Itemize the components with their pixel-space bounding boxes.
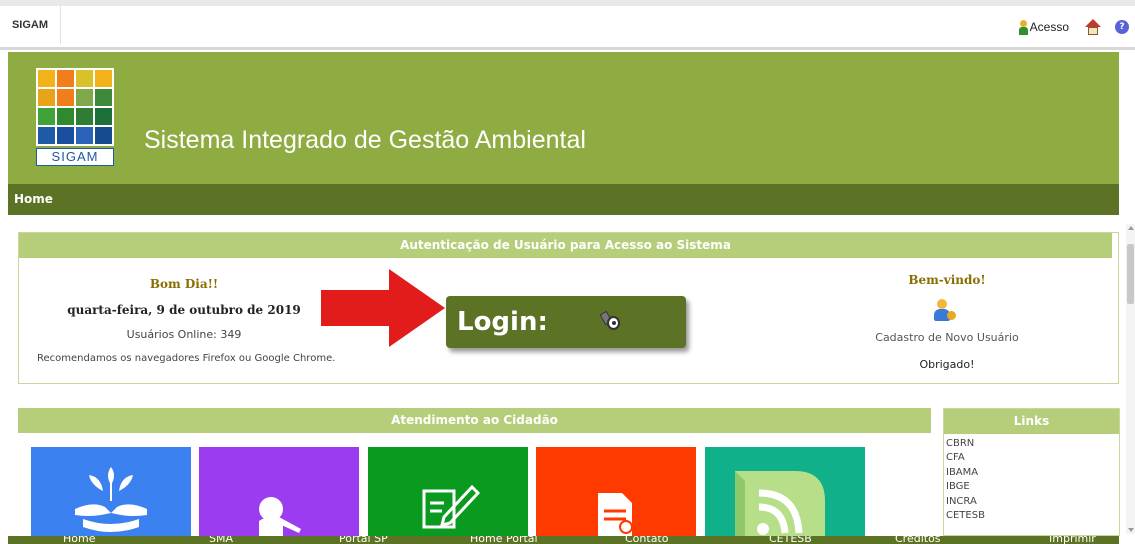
citizen-tile-3[interactable] — [368, 447, 528, 537]
scroll-down-arrow-icon[interactable] — [1128, 528, 1134, 532]
welcome-text: Bem-vindo! — [908, 273, 986, 287]
login-button[interactable]: Login: — [446, 296, 686, 348]
new-user-icon[interactable] — [933, 299, 957, 323]
date-text: quarta-feira, 9 de outubro de 2019 — [67, 303, 301, 317]
document-icon — [598, 493, 633, 537]
citizen-tile-5[interactable] — [705, 447, 865, 537]
home-icon[interactable] — [1085, 19, 1101, 35]
page-scrollbar[interactable] — [1126, 224, 1135, 534]
app-tab-sigam[interactable]: SIGAM — [0, 6, 61, 44]
form-pencil-icon — [422, 484, 481, 529]
person-icon — [259, 497, 301, 537]
footer-link-creditos[interactable]: Créditos — [895, 536, 941, 544]
key-icon — [599, 310, 622, 332]
new-user-link[interactable]: Cadastro de Novo Usuário — [847, 331, 1047, 344]
link-incra[interactable]: INCRA — [946, 495, 985, 509]
footer-link-portal-sp[interactable]: Portal SP — [339, 536, 388, 544]
link-cbrn[interactable]: CBRN — [946, 437, 985, 451]
citizen-tile-4[interactable] — [536, 447, 696, 537]
footer-link-sma[interactable]: SMA — [209, 536, 233, 544]
footer-link-contato[interactable]: Contato — [625, 536, 668, 544]
link-cetesb[interactable]: CETESB — [946, 509, 985, 523]
rss-icon — [735, 471, 825, 537]
scroll-up-arrow-icon[interactable] — [1128, 226, 1134, 230]
page-title: Sistema Integrado de Gestão Ambiental — [144, 126, 586, 154]
link-ibama[interactable]: IBAMA — [946, 466, 985, 480]
greeting-text: Bom Dia!! — [149, 277, 219, 291]
links-list: CBRN CFA IBAMA IBGE INCRA CETESB — [946, 437, 985, 523]
links-header: Links — [944, 409, 1119, 434]
footer-nav: Home SMA Portal SP Home Portal Contato C… — [8, 536, 1119, 544]
citizen-section-header: Atendimento ao Cidadão — [18, 408, 931, 433]
access-label: Acesso — [1029, 20, 1069, 34]
citizen-tile-1[interactable] — [31, 447, 191, 537]
link-cfa[interactable]: CFA — [946, 451, 985, 465]
top-tools: Acesso ? — [1018, 16, 1129, 38]
header-banner: SIGAM Sistema Integrado de Gestão Ambien… — [8, 52, 1119, 184]
footer-link-imprimir[interactable]: Imprimir — [1049, 536, 1096, 544]
main-nav: Home — [8, 184, 1119, 215]
help-icon[interactable]: ? — [1115, 20, 1129, 34]
thanks-text: Obrigado! — [919, 358, 975, 371]
footer-link-home[interactable]: Home — [63, 536, 95, 544]
login-label: Login: — [457, 307, 548, 337]
online-users-text: Usuários Online: 349 — [126, 328, 242, 341]
top-bar: SIGAM Acesso ? — [0, 0, 1135, 50]
logo-label: SIGAM — [36, 148, 114, 166]
citizen-tile-2[interactable] — [199, 447, 359, 537]
footer-link-home-portal[interactable]: Home Portal — [470, 536, 538, 544]
user-icon — [1018, 19, 1028, 35]
browser-recommendation: Recomendamos os navegadores Firefox ou G… — [37, 353, 336, 364]
footer-link-cetesb[interactable]: CETESB — [769, 536, 812, 544]
hands-plant-icon — [75, 467, 147, 532]
scrollbar-thumb[interactable] — [1127, 244, 1134, 304]
sigam-logo: SIGAM — [36, 68, 114, 168]
nav-home-link[interactable]: Home — [14, 184, 53, 215]
access-link[interactable]: Acesso — [1018, 19, 1069, 35]
red-arrow-icon — [321, 269, 445, 347]
auth-panel: Autenticação de Usuário para Acesso ao S… — [18, 232, 1119, 384]
auth-panel-header: Autenticação de Usuário para Acesso ao S… — [19, 233, 1112, 258]
links-panel: Links CBRN CFA IBAMA IBGE INCRA CETESB — [943, 408, 1120, 536]
link-ibge[interactable]: IBGE — [946, 480, 985, 494]
